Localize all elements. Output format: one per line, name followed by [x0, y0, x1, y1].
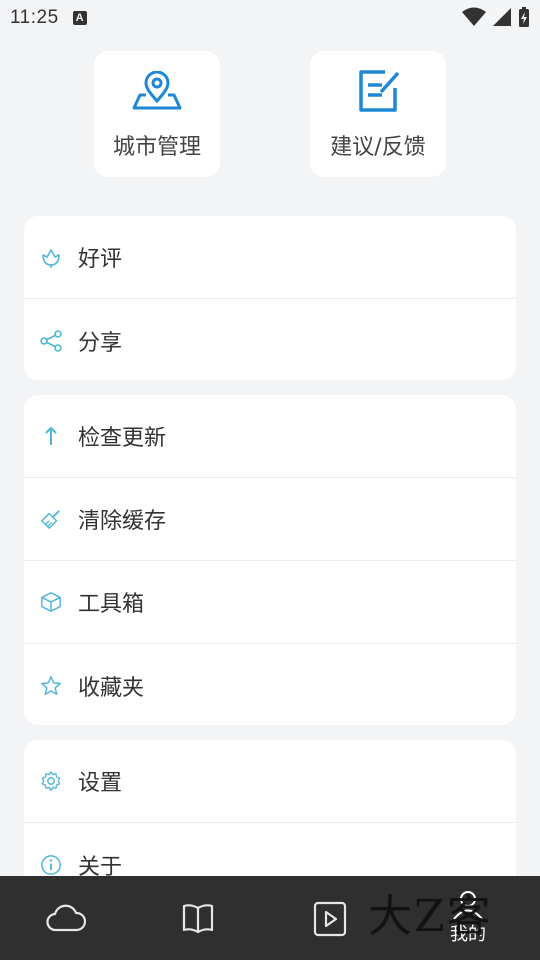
video-icon: [313, 901, 347, 937]
city-management-card[interactable]: 城市管理: [94, 51, 220, 177]
map-pin-icon: [132, 69, 182, 113]
share-icon: [40, 329, 62, 352]
status-time: 11:25: [10, 7, 59, 28]
menu-item-clear-cache[interactable]: 清除缓存: [24, 478, 516, 561]
edit-note-icon: [355, 69, 401, 113]
menu-group-rate-share: 好评 分享: [24, 216, 516, 380]
menu-item-share[interactable]: 分享: [24, 299, 516, 380]
nav-read-tab[interactable]: [170, 876, 226, 960]
battery-icon: [519, 7, 529, 27]
bottom-nav: 我的: [0, 876, 540, 960]
info-icon: [40, 854, 62, 876]
arrow-up-icon: [40, 425, 62, 447]
menu-label-toolbox: 工具箱: [78, 592, 145, 617]
menu-label-check-update: 检查更新: [78, 426, 167, 451]
menu-label-rate: 好评: [78, 247, 123, 272]
status-bar: 11:25 A: [0, 0, 540, 36]
menu-item-rate[interactable]: 好评: [24, 216, 516, 299]
flower-icon: [40, 246, 62, 268]
book-icon: [182, 904, 214, 934]
nav-weather-tab[interactable]: [38, 876, 94, 960]
menu-label-clear-cache: 清除缓存: [78, 509, 167, 534]
menu-item-settings[interactable]: 设置: [24, 740, 516, 823]
nav-mine-tab[interactable]: 我的: [436, 876, 500, 960]
status-icons: [462, 6, 530, 28]
menu-label-favorites: 收藏夹: [78, 675, 145, 701]
menu-group-tools: 检查更新 清除缓存 工具箱 收藏夹: [24, 395, 516, 725]
feedback-label: 建议/反馈: [330, 135, 426, 160]
notification-icon: A: [72, 11, 87, 25]
wifi-icon: [462, 7, 486, 26]
box-icon: [40, 591, 62, 613]
menu-label-settings: 设置: [78, 771, 123, 796]
cloud-icon: [46, 904, 86, 932]
nav-video-tab[interactable]: [302, 876, 358, 960]
star-icon: [40, 675, 62, 697]
menu-item-check-update[interactable]: 检查更新: [24, 395, 516, 478]
menu-item-toolbox[interactable]: 工具箱: [24, 561, 516, 644]
gear-icon: [40, 770, 62, 792]
menu-label-share: 分享: [78, 330, 123, 356]
person-icon: [453, 891, 483, 920]
feedback-card[interactable]: 建议/反馈: [310, 51, 446, 177]
menu-item-favorites[interactable]: 收藏夹: [24, 644, 516, 725]
broom-icon: [40, 508, 62, 530]
nav-mine-label: 我的: [450, 924, 486, 945]
signal-icon: [493, 8, 511, 26]
city-management-label: 城市管理: [112, 135, 201, 160]
